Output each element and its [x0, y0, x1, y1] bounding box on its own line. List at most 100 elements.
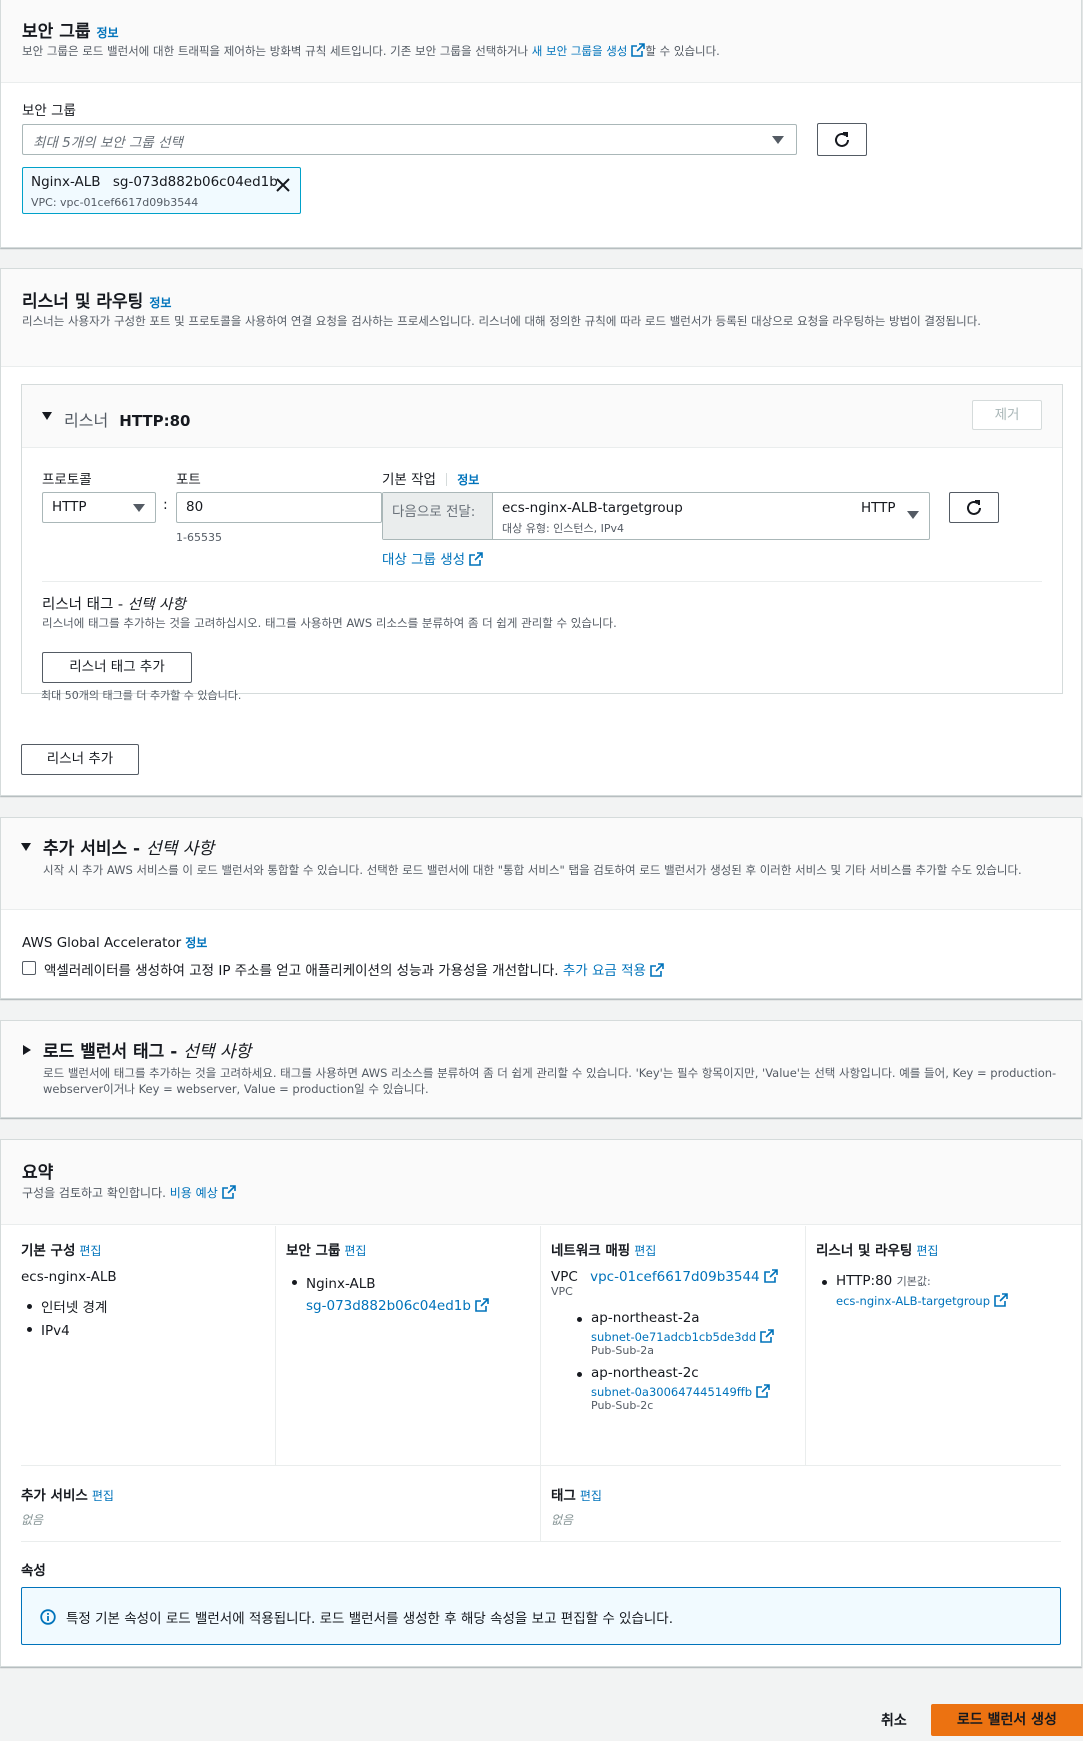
default-action-select[interactable]: 다음으로 전달: ecs-nginx-ALB-targetgroup 대상 유형… — [382, 492, 930, 540]
security-group-panel: 보안 그룹 정보 보안 그룹은 로드 밸런서에 대한 트래픽을 제어하는 방화벽 … — [0, 0, 1082, 248]
protocol-port-separator: : — [163, 497, 168, 513]
listeners-summary-list: HTTP:80 기본값: ecs-nginx-ALB-targetgroup — [816, 1273, 1066, 1308]
basic-config-list: 인터넷 경계 IPv4 — [21, 1297, 271, 1343]
listener-header: 리스너 HTTP:80 제거 — [22, 385, 1062, 448]
tags-summary-value: 없음 — [551, 1513, 574, 1527]
subnet-link[interactable]: subnet-0a300647445149ffb — [591, 1385, 752, 1399]
listener-title-prefix: 리스너 — [64, 411, 109, 430]
edit-addons-link[interactable]: 편집 — [92, 1489, 114, 1503]
port-label: 포트 — [176, 472, 201, 488]
port-input[interactable]: 80 — [176, 492, 382, 523]
global-accelerator-label: AWS Global Accelerator — [22, 935, 182, 951]
create-security-group-link[interactable]: 새 보안 그룹을 생성 — [532, 44, 628, 58]
lb-tags-description: 로드 밸런서에 태그를 추가하는 것을 고려하세요. 태그를 사용하면 AWS … — [43, 1066, 1057, 1096]
collapse-caret-icon[interactable] — [21, 843, 31, 851]
create-target-group-link[interactable]: 대상 그룹 생성 — [382, 552, 465, 568]
listener-divider — [42, 581, 1042, 582]
addon-services-description: 시작 시 추가 AWS 서비스를 이 로드 밸런서와 통합할 수 있습니다. 선… — [43, 863, 1022, 877]
list-item: ap-northeast-2a subnet-0e71adcb1cb5de3dd… — [571, 1310, 803, 1357]
listeners-info-link[interactable]: 정보 — [149, 296, 171, 310]
security-group-select-placeholder: 최대 5개의 보안 그룹 선택 — [33, 135, 183, 151]
refresh-security-groups-button[interactable] — [817, 123, 867, 156]
security-group-field-label: 보안 그룹 — [22, 103, 76, 119]
security-group-title: 보안 그룹 — [22, 22, 91, 42]
listener-tags-title: 리스너 태그 - 선택 사항 — [42, 597, 186, 613]
add-listener-tag-button[interactable]: 리스너 태그 추가 — [42, 652, 192, 683]
security-group-description: 보안 그룹은 로드 밸런서에 대한 트래픽을 제어하는 방화벽 규칙 세트입니다… — [22, 43, 720, 58]
vpc-sub-label: VPC — [551, 1285, 573, 1298]
edit-network-link[interactable]: 편집 — [634, 1244, 656, 1258]
listener-summary-name: HTTP:80 — [836, 1273, 893, 1289]
remove-listener-button[interactable]: 제거 — [972, 400, 1042, 430]
summary-title: 요약 — [22, 1163, 54, 1183]
network-mapping-title: 네트워크 매핑 — [551, 1243, 631, 1259]
edit-listeners-link[interactable]: 편집 — [916, 1244, 938, 1258]
security-group-select[interactable]: 최대 5개의 보안 그룹 선택 — [22, 124, 797, 155]
az-name: ap-northeast-2c — [591, 1365, 699, 1381]
summary-column-divider — [805, 1226, 806, 1466]
listener-tags-description: 리스너에 태그를 추가하는 것을 고려하십시오. 태그를 사용하면 AWS 리소… — [42, 616, 617, 630]
vpc-id-link[interactable]: vpc-01cef6617d09b3544 — [590, 1269, 760, 1285]
external-link-icon — [760, 1329, 774, 1343]
external-link-icon — [994, 1293, 1008, 1307]
listeners-description: 리스너는 사용자가 구성한 포트 및 프로토콜을 사용하여 연결 요청을 검사하… — [22, 314, 981, 328]
close-icon[interactable] — [275, 177, 291, 193]
basic-config-name: ecs-nginx-ALB — [21, 1269, 117, 1285]
vpc-label: VPC — [551, 1269, 578, 1285]
expand-caret-icon[interactable] — [23, 1045, 31, 1055]
edit-basic-config-link[interactable]: 편집 — [79, 1244, 101, 1258]
cancel-button[interactable]: 취소 — [881, 1710, 907, 1730]
addon-services-title: 추가 서비스 - 선택 사항 — [43, 839, 214, 859]
refresh-icon — [835, 131, 849, 147]
global-accelerator-checkbox-label[interactable]: 액셀러레이터를 생성하여 고정 IP 주소를 얻고 애플리케이션의 성능과 가용… — [44, 963, 559, 979]
global-accelerator-info-link[interactable]: 정보 — [185, 936, 207, 950]
listeners-panel: 리스너 및 라우팅 정보 리스너는 사용자가 구성한 포트 및 프로토콜을 사용하… — [0, 268, 1082, 796]
external-link-icon — [221, 1185, 236, 1199]
security-group-token: Nginx-ALB sg-073d882b06c04ed1b VPC: vpc-… — [22, 167, 301, 214]
caret-down-icon — [133, 504, 145, 512]
tags-summary-title: 태그 — [551, 1488, 576, 1504]
summary-description: 구성을 검토하고 확인합니다. — [22, 1186, 166, 1200]
pricing-link[interactable]: 추가 요금 적용 — [563, 963, 646, 979]
sg-summary-list: Nginx-ALB sg-073d882b06c04ed1b — [286, 1273, 536, 1317]
external-link-icon — [469, 552, 483, 566]
edit-tags-link[interactable]: 편집 — [580, 1489, 602, 1503]
summary-column-divider — [540, 1226, 541, 1541]
token-sg-id: sg-073d882b06c04ed1b — [112, 174, 278, 190]
target-group-protocol: HTTP — [861, 500, 896, 516]
create-load-balancer-button[interactable]: 로드 밸런서 생성 — [931, 1704, 1083, 1736]
listener-container: 리스너 HTTP:80 제거 프로토콜 HTTP : 포트 80 1-65535… — [21, 384, 1063, 694]
port-hint: 1-65535 — [176, 531, 222, 544]
edit-sg-link[interactable]: 편집 — [344, 1244, 366, 1258]
default-action-info-link[interactable]: 정보 — [457, 473, 479, 487]
global-accelerator-checkbox[interactable] — [22, 961, 36, 975]
cost-estimate-link[interactable]: 비용 예상 — [170, 1186, 218, 1200]
sg-summary-id-link[interactable]: sg-073d882b06c04ed1b — [306, 1298, 471, 1314]
caret-down-icon — [907, 511, 919, 519]
refresh-icon — [967, 499, 981, 515]
summary-row-divider — [21, 1465, 1061, 1466]
summary-column-divider — [275, 1226, 276, 1466]
security-group-info-link[interactable]: 정보 — [96, 26, 118, 40]
token-sg-name: Nginx-ALB — [31, 174, 101, 190]
protocol-select[interactable]: HTTP — [42, 492, 156, 523]
summary-header: 요약 구성을 검토하고 확인합니다. 비용 예상 — [1, 1140, 1081, 1225]
default-action-label: 기본 작업 — [382, 472, 436, 488]
caret-down-icon — [772, 136, 784, 144]
listener-target-link[interactable]: ecs-nginx-ALB-targetgroup — [836, 1294, 990, 1308]
addons-summary-title: 추가 서비스 — [21, 1488, 88, 1504]
forward-to-addon: 다음으로 전달: — [383, 493, 493, 539]
collapse-caret-icon[interactable] — [42, 412, 52, 420]
list-item: ap-northeast-2c subnet-0a300647445149ffb… — [571, 1365, 803, 1412]
addon-services-panel: 추가 서비스 - 선택 사항 시작 시 추가 AWS 서비스를 이 로드 밸런서… — [0, 817, 1082, 999]
az-name: ap-northeast-2a — [591, 1310, 700, 1326]
external-link-icon — [763, 1269, 778, 1283]
token-sg-vpc: VPC: vpc-01cef6617d09b3544 — [31, 196, 199, 209]
refresh-target-groups-button[interactable] — [949, 492, 999, 523]
subnet-link[interactable]: subnet-0e71adcb1cb5de3dd — [591, 1330, 756, 1344]
attributes-title: 속성 — [21, 1563, 46, 1579]
forward-to-label: 다음으로 전달: — [392, 504, 476, 520]
info-circle-icon — [40, 1609, 56, 1625]
external-link-icon — [756, 1384, 770, 1398]
add-listener-button[interactable]: 리스너 추가 — [21, 744, 139, 775]
